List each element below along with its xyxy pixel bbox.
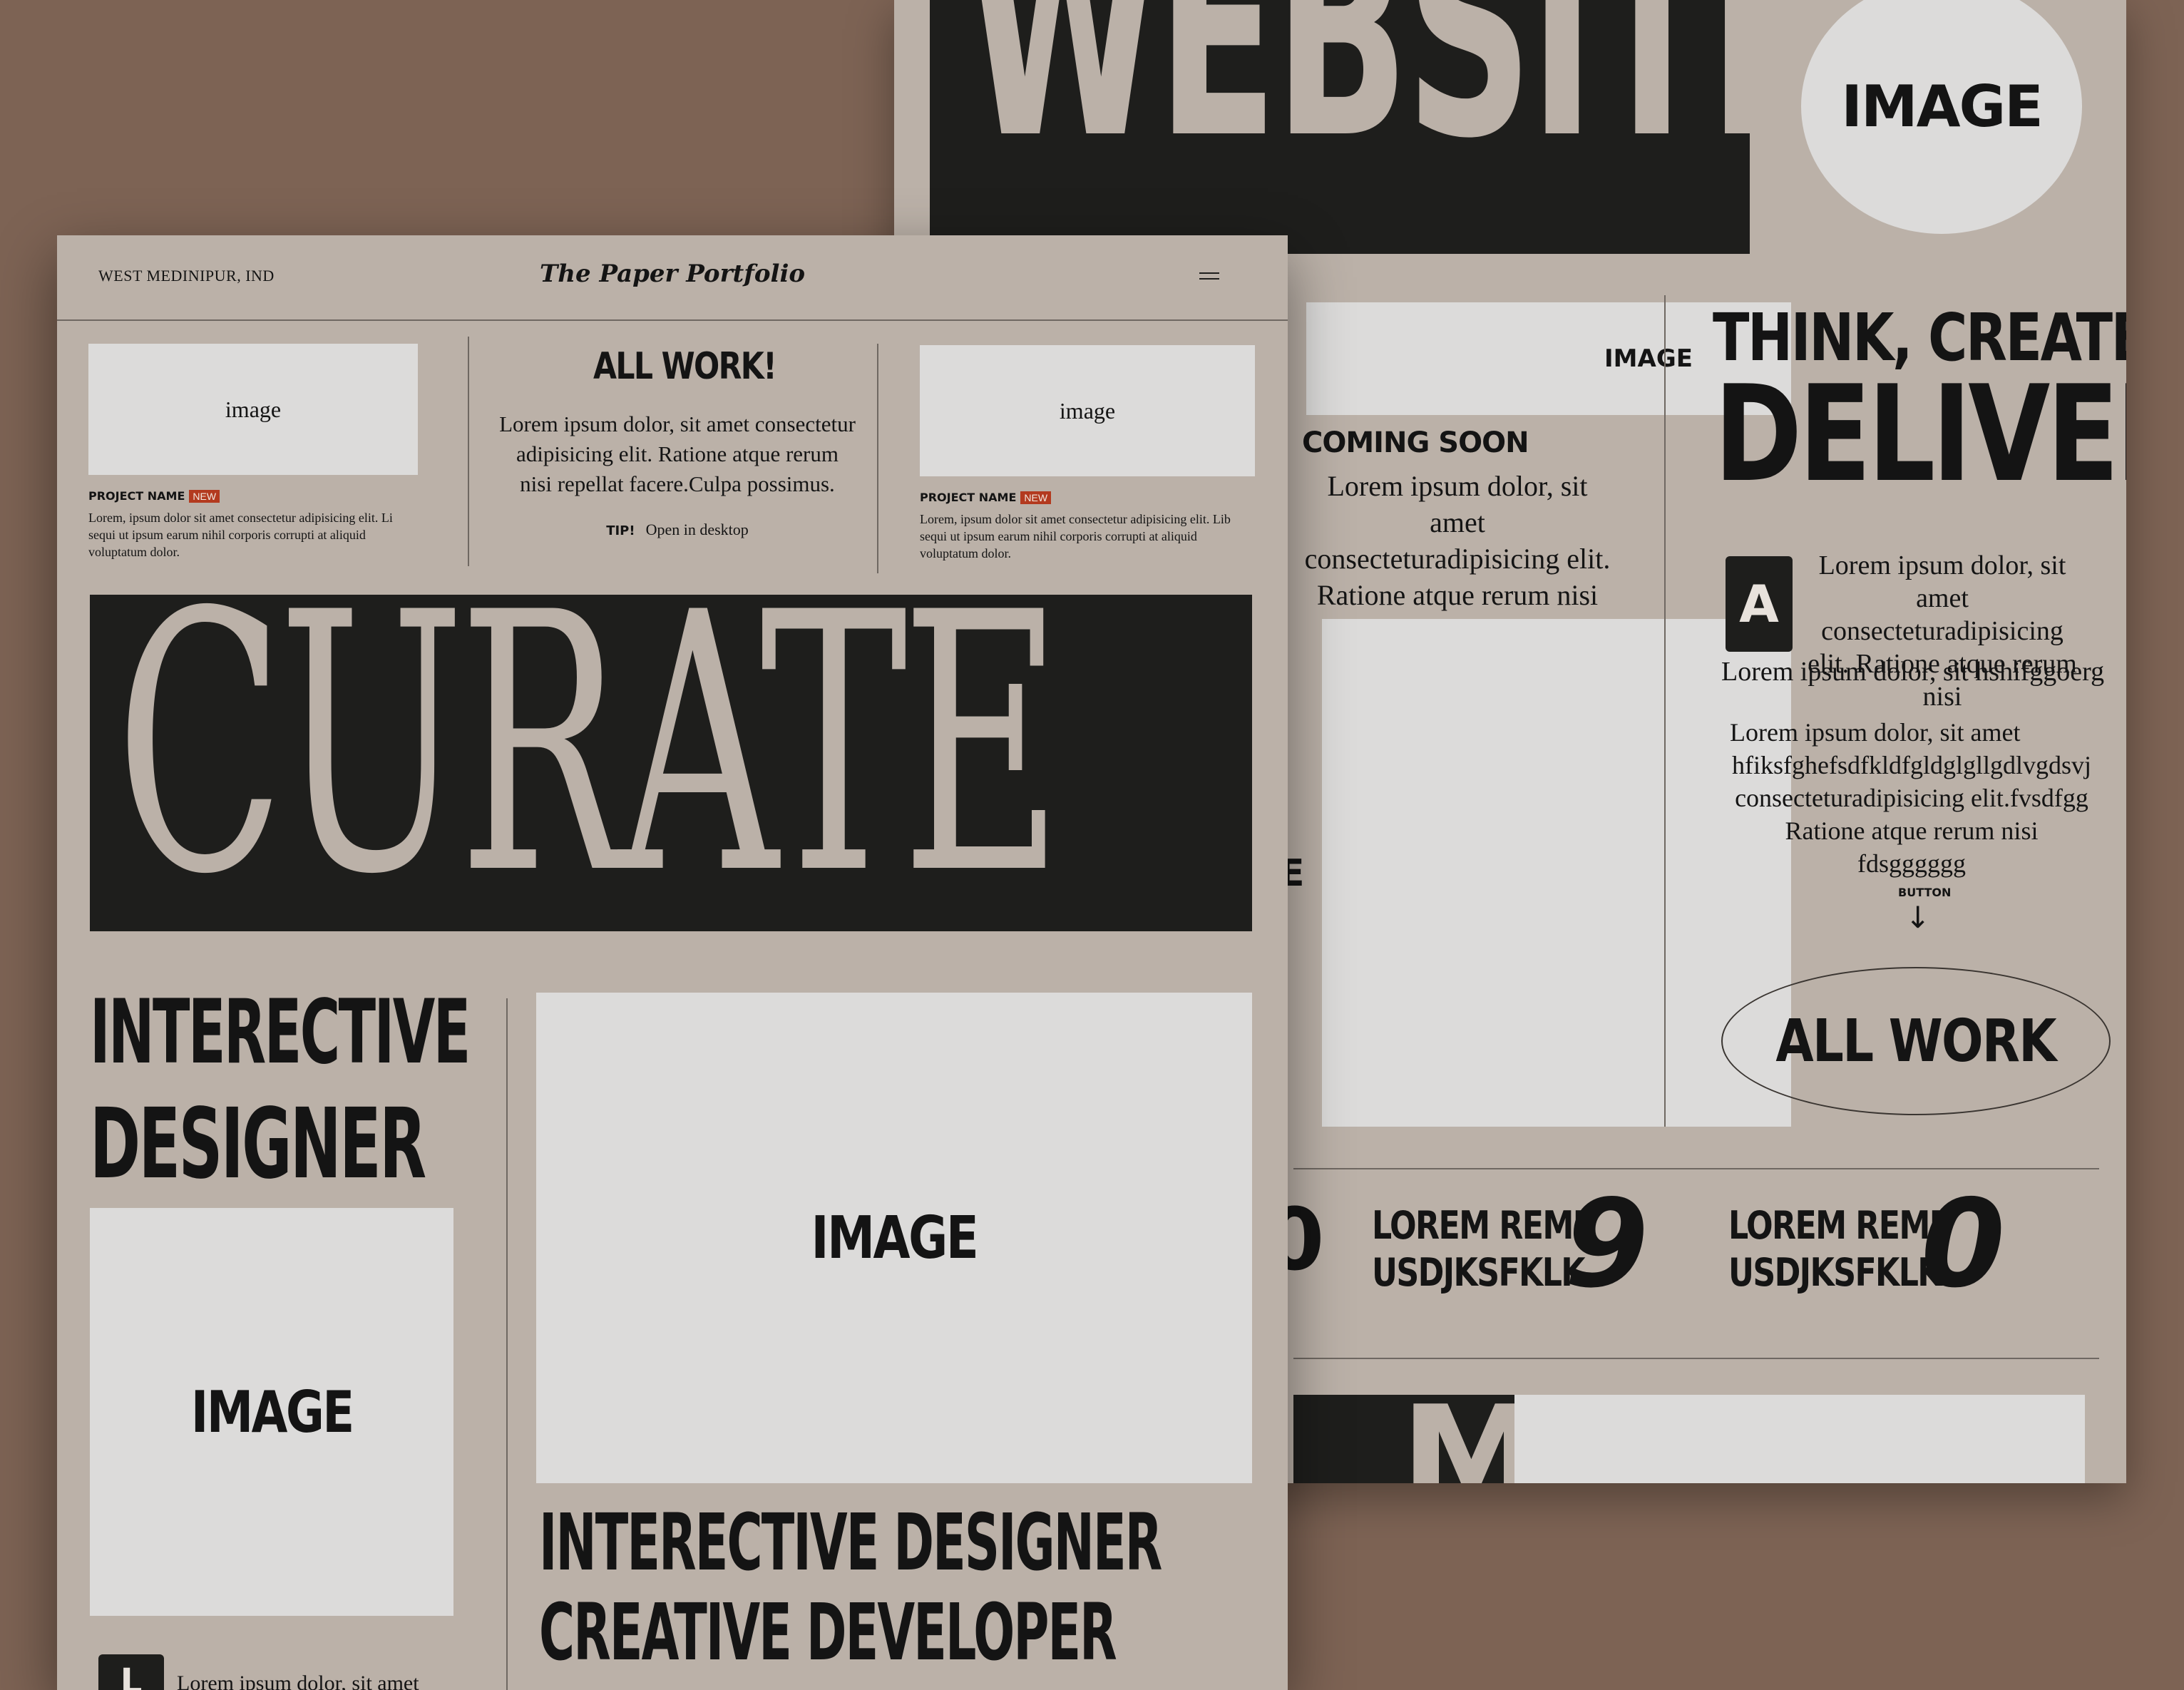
title-item: INTERECTIVE DESIGNER [539,1497,1162,1588]
project-description: Lorem, ipsum dolor sit amet consectetur … [88,511,393,559]
circle-image-placeholder: IMAGE [1801,0,2082,234]
stat-number: 0 [1921,1174,2006,1315]
dropcap-text: Lorem ipsum dolor, sit amet consectetura… [1808,550,2077,712]
new-badge: NEW [1020,491,1052,504]
role-heading-line1: INTERECTIVE [90,981,471,1084]
role-heading-line2: DESIGNER [90,1088,426,1201]
card-divider [468,337,469,566]
project-name: PROJECT NAME NEW [920,491,1052,504]
bottom-text: Lorem ipsum dolor, sit amet [177,1671,419,1690]
arrow-down-icon: ↓ [1905,900,1931,935]
portfolio-page-mockup: WEST MEDINIPUR, IND The Paper Portfolio … [57,235,1288,1690]
stats-bottom-divider [1293,1358,2099,1359]
paragraph-block: Lorem ipsum dolor, sit amet hfiksfghefsd… [1730,718,2091,878]
bottom-image-placeholder [1514,1395,2085,1483]
project-description: Lorem, ipsum dolor sit amet consectetur … [920,512,1231,560]
website-hero-block: WEBSITE [930,0,1750,254]
all-work-button[interactable]: ALL WORK [1721,967,2111,1115]
dropcap-badge: A [1726,556,1793,652]
new-badge: NEW [189,489,220,503]
tip-line: TIP! Open in desktop [606,521,749,538]
all-work-heading[interactable]: ALL WORK! [533,345,836,388]
project-name: PROJECT NAME NEW [88,489,220,503]
site-header: WEST MEDINIPUR, IND The Paper Portfolio [57,235,1288,319]
deliver-heading: DELIVER [1714,357,2126,511]
project-image-placeholder[interactable]: image [920,345,1255,476]
coming-soon-heading: COMING SOON [1302,426,1529,459]
website-hero-word: WEBSITE [965,0,1750,201]
curate-hero-word: CURATE [116,595,1062,931]
stat-number: 9 [1564,1174,1649,1315]
column-divider [1664,295,1666,1127]
title-list: INTERECTIVE DESIGNER CREATIVE DEVELOPER … [539,1497,1162,1690]
bottom-dropcap-badge: L [98,1654,164,1690]
left-image-placeholder: IMAGE [90,1208,453,1616]
coming-soon-text: Lorem ipsum dolor, sit amet consectetura… [1304,470,1611,611]
all-work-text: Lorem ipsum dolor, sit amet consectetur … [499,411,856,496]
content-divider [506,998,508,1690]
title-item: CREATIVE DEVELOPER [539,1587,1117,1678]
title-item: PASSIONATE GAMER [539,1677,1161,1690]
hamburger-icon[interactable] [1199,272,1219,281]
tall-image-placeholder [1322,619,1791,1127]
dropcap-text-line: Lorem ipsum dolor, sit hshifggoerg [1721,657,2105,687]
stats-top-divider [1293,1168,2099,1169]
brand-logo[interactable]: The Paper Portfolio [57,260,1288,288]
header-divider [57,319,1288,321]
main-image-placeholder: IMAGE [536,993,1252,1483]
card-divider [877,344,878,573]
project-image-placeholder[interactable]: image [88,344,418,475]
button-caption: BUTTON [1898,886,1952,899]
curate-hero-block: CURATE [90,595,1252,931]
